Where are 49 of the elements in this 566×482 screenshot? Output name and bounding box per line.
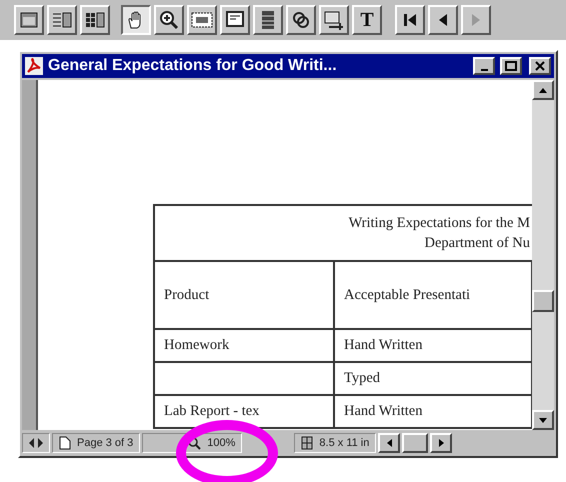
note-icon	[226, 11, 244, 29]
scroll-right-button[interactable]	[430, 433, 452, 453]
page-icon	[59, 436, 71, 450]
table-title: Department of Nu	[424, 234, 530, 253]
first-page-icon	[403, 13, 417, 27]
text-select-icon	[191, 12, 213, 28]
minimize-button[interactable]	[473, 57, 495, 75]
next-icon	[471, 13, 481, 27]
pdf-icon	[25, 57, 43, 75]
link-icon	[291, 10, 311, 30]
next-page-button[interactable]	[461, 5, 491, 35]
page-size: 8.5 x 11 in	[319, 437, 370, 449]
scroll-thumb[interactable]	[532, 290, 554, 312]
grid-icon	[85, 12, 105, 28]
vertical-scrollbar[interactable]	[532, 80, 554, 430]
scroll-left-button[interactable]	[378, 433, 400, 453]
close-button[interactable]	[529, 57, 551, 75]
text-tool-button[interactable]: T	[352, 5, 382, 35]
navigation-button[interactable]	[22, 433, 50, 453]
close-icon	[535, 61, 545, 71]
zoom-icon	[159, 10, 179, 30]
page-size-icon	[301, 436, 314, 450]
table-title: Writing Expectations for the M	[348, 214, 530, 233]
toolbar-button[interactable]	[121, 5, 151, 35]
horizontal-scroll-thumb[interactable]	[402, 433, 428, 453]
list-icon	[52, 12, 72, 28]
scroll-down-button[interactable]	[532, 410, 554, 430]
first-page-button[interactable]	[395, 5, 425, 35]
table-cell: Homework	[154, 329, 334, 362]
left-arrow-icon	[386, 439, 392, 447]
magnifier-icon	[187, 436, 202, 450]
table-cell: Lab Report - tex	[154, 395, 334, 428]
column-icon	[261, 10, 275, 30]
zoom-level: 100%	[207, 437, 236, 449]
previous-icon	[438, 13, 448, 27]
window-icon	[20, 12, 38, 28]
crop-icon	[323, 10, 345, 30]
minimize-icon	[480, 69, 488, 71]
column-header: Product	[154, 261, 334, 329]
up-arrow-icon	[539, 88, 547, 92]
down-arrow-icon	[539, 418, 547, 422]
maximize-icon	[505, 61, 517, 71]
page-number: Page 3 of 3	[77, 437, 134, 449]
window-title: General Expectations for Good Writi...	[48, 57, 338, 75]
right-arrow-icon	[438, 439, 444, 447]
left-right-arrows-icon	[29, 438, 43, 448]
scroll-up-button[interactable]	[532, 80, 554, 100]
previous-page-button[interactable]	[428, 5, 458, 35]
maximize-button[interactable]	[500, 57, 522, 75]
